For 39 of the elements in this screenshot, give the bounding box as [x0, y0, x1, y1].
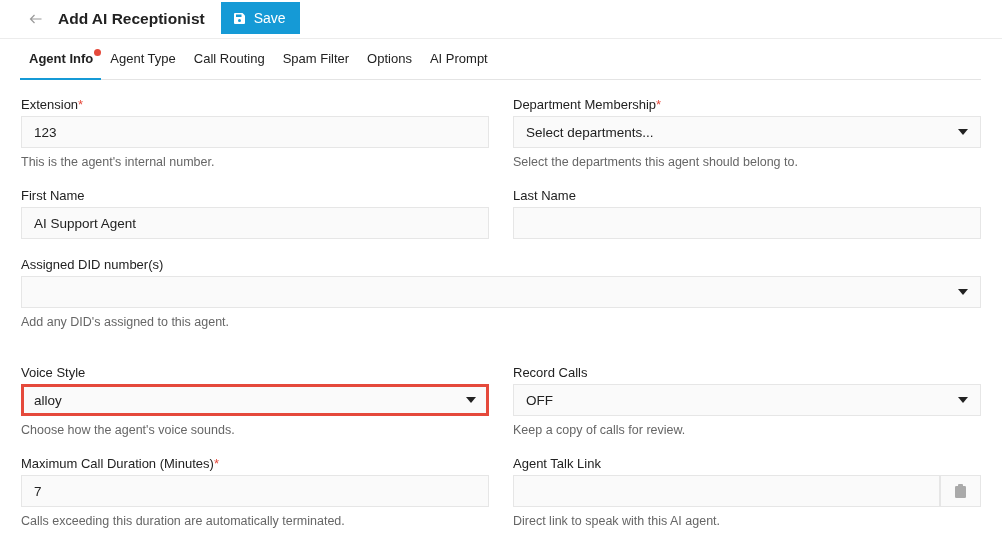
caret-icon: [958, 129, 968, 135]
tab[interactable]: Agent Info: [20, 39, 102, 80]
back-arrow-icon[interactable]: [29, 14, 42, 24]
caret-icon: [958, 289, 968, 295]
text-field[interactable]: 123: [21, 116, 489, 148]
tab[interactable]: Call Routing: [184, 39, 274, 80]
help-text: Choose how the agent's voice sounds.: [21, 422, 236, 438]
help-text: Keep a copy of calls for review.: [513, 422, 687, 438]
tab[interactable]: AI Prompt: [420, 39, 497, 80]
copy-button[interactable]: [940, 475, 981, 507]
dropdown[interactable]: OFF: [513, 384, 981, 416]
page-title: Add AI Receptionist: [58, 10, 205, 28]
dropdown[interactable]: Select departments...: [513, 116, 981, 148]
field-label: Voice Style: [21, 365, 87, 382]
field-label: Assigned DID number(s): [21, 257, 165, 274]
caret-icon: [958, 397, 968, 403]
tab[interactable]: Agent Type: [101, 39, 185, 80]
field-label: Maximum Call Duration (Minutes)*: [21, 456, 220, 473]
field-label: Agent Talk Link: [513, 456, 602, 473]
help-text: Add any DID's assigned to this agent.: [21, 314, 231, 330]
help-text: This is the agent's internal number.: [21, 154, 216, 170]
text-field[interactable]: [513, 207, 981, 239]
caret-icon: [466, 397, 476, 403]
help-text: Select the departments this agent should belong to.: [513, 154, 799, 170]
field-label: Record Calls: [513, 365, 589, 382]
dropdown[interactable]: alloy: [21, 384, 489, 416]
field-label: First Name: [21, 188, 86, 205]
dropdown[interactable]: [21, 276, 981, 308]
text-field[interactable]: AI Support Agent: [21, 207, 489, 239]
text-field[interactable]: 7: [21, 475, 489, 507]
help-text: Direct link to speak with this AI agent.: [513, 513, 722, 529]
tab[interactable]: Spam Filter: [273, 39, 359, 80]
tab[interactable]: Options: [358, 39, 421, 80]
field-label: Last Name: [513, 188, 577, 205]
clipboard-icon: [955, 484, 966, 498]
text-field[interactable]: [513, 475, 940, 507]
field-label: Department Membership*: [513, 97, 663, 114]
help-text: Calls exceeding this duration are automatically terminated.: [21, 513, 346, 529]
field-label: Extension*: [21, 97, 85, 114]
